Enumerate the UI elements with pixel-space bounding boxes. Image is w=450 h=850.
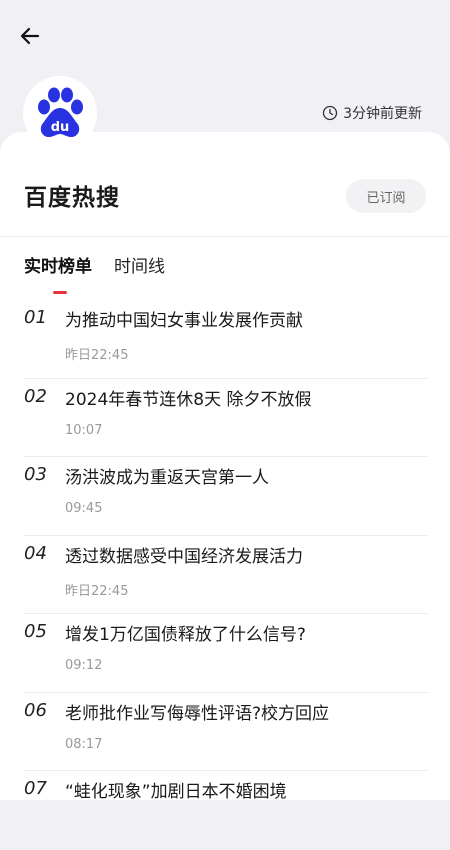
tab-timeline[interactable]: 时间线 [114,254,165,280]
hot-list: 01 为推动中国妇女事业发展作贡献 昨日22:45 02 2024年春节连休8天… [0,300,450,850]
list-item[interactable]: 06 老师批作业写侮辱性评语?校方回应 08:17 [0,693,450,772]
item-title: 2024年春节连休8天 除夕不放假 [65,389,312,410]
rank-number: 03 [24,464,47,485]
svg-text:du: du [51,120,70,135]
active-tab-indicator [53,291,67,294]
list-item[interactable]: 05 增发1万亿国债释放了什么信号? 09:12 [0,614,450,693]
rank-number: 01 [24,307,47,328]
rank-number: 07 [24,778,47,799]
back-button[interactable] [14,20,46,52]
rank-number: 02 [24,385,47,407]
item-title: “蛙化现象”加剧日本不婚困境 [65,782,287,802]
list-item[interactable]: 03 汤洪波成为重返天宫第一人 09:45 [0,457,450,536]
item-time: 昨日22:45 [65,583,129,599]
rank-number: 04 [24,542,47,564]
item-title: 老师批作业写侮辱性评语?校方回应 [65,703,330,724]
baidu-paw-icon: du [38,87,83,138]
list-item[interactable]: 01 为推动中国妇女事业发展作贡献 昨日22:45 [0,300,450,379]
divider [0,236,450,237]
rank-number: 06 [24,699,47,721]
item-time: 09:12 [65,658,103,673]
item-time: 09:45 [65,501,103,516]
list-item[interactable]: 04 透过数据感受中国经济发展活力 昨日22:45 [0,536,450,615]
update-text: 3分钟前更新 [343,106,422,122]
item-title: 汤洪波成为重返天宫第一人 [65,468,269,488]
list-item[interactable]: 02 2024年春节连休8天 除夕不放假 10:07 [0,379,450,458]
item-title: 为推动中国妇女事业发展作贡献 [65,311,303,331]
item-title: 增发1万亿国债释放了什么信号? [65,625,306,645]
update-info: 3分钟前更新 [322,103,422,123]
subscribe-button[interactable]: 已订阅 [346,179,426,213]
list-item[interactable]: 07 “蛙化现象”加剧日本不婚困境 [0,771,450,850]
tab-realtime[interactable]: 实时榜单 [24,254,92,280]
rank-number: 05 [24,621,47,642]
item-title: 透过数据感受中国经济发展活力 [65,546,303,567]
item-time: 08:17 [65,736,103,752]
baidu-logo: du [23,76,97,150]
item-time: 10:07 [65,422,103,438]
top-bar [0,0,450,70]
clock-icon [322,105,338,121]
item-time: 昨日22:45 [65,348,129,363]
page-title: 百度热搜 [24,185,120,211]
tab-bar: 实时榜单 时间线 [24,254,165,280]
hot-search-card: 百度热搜 已订阅 实时榜单 时间线 01 为推动中国妇女事业发展作贡献 昨日22… [0,132,450,802]
back-arrow-icon [20,27,40,45]
